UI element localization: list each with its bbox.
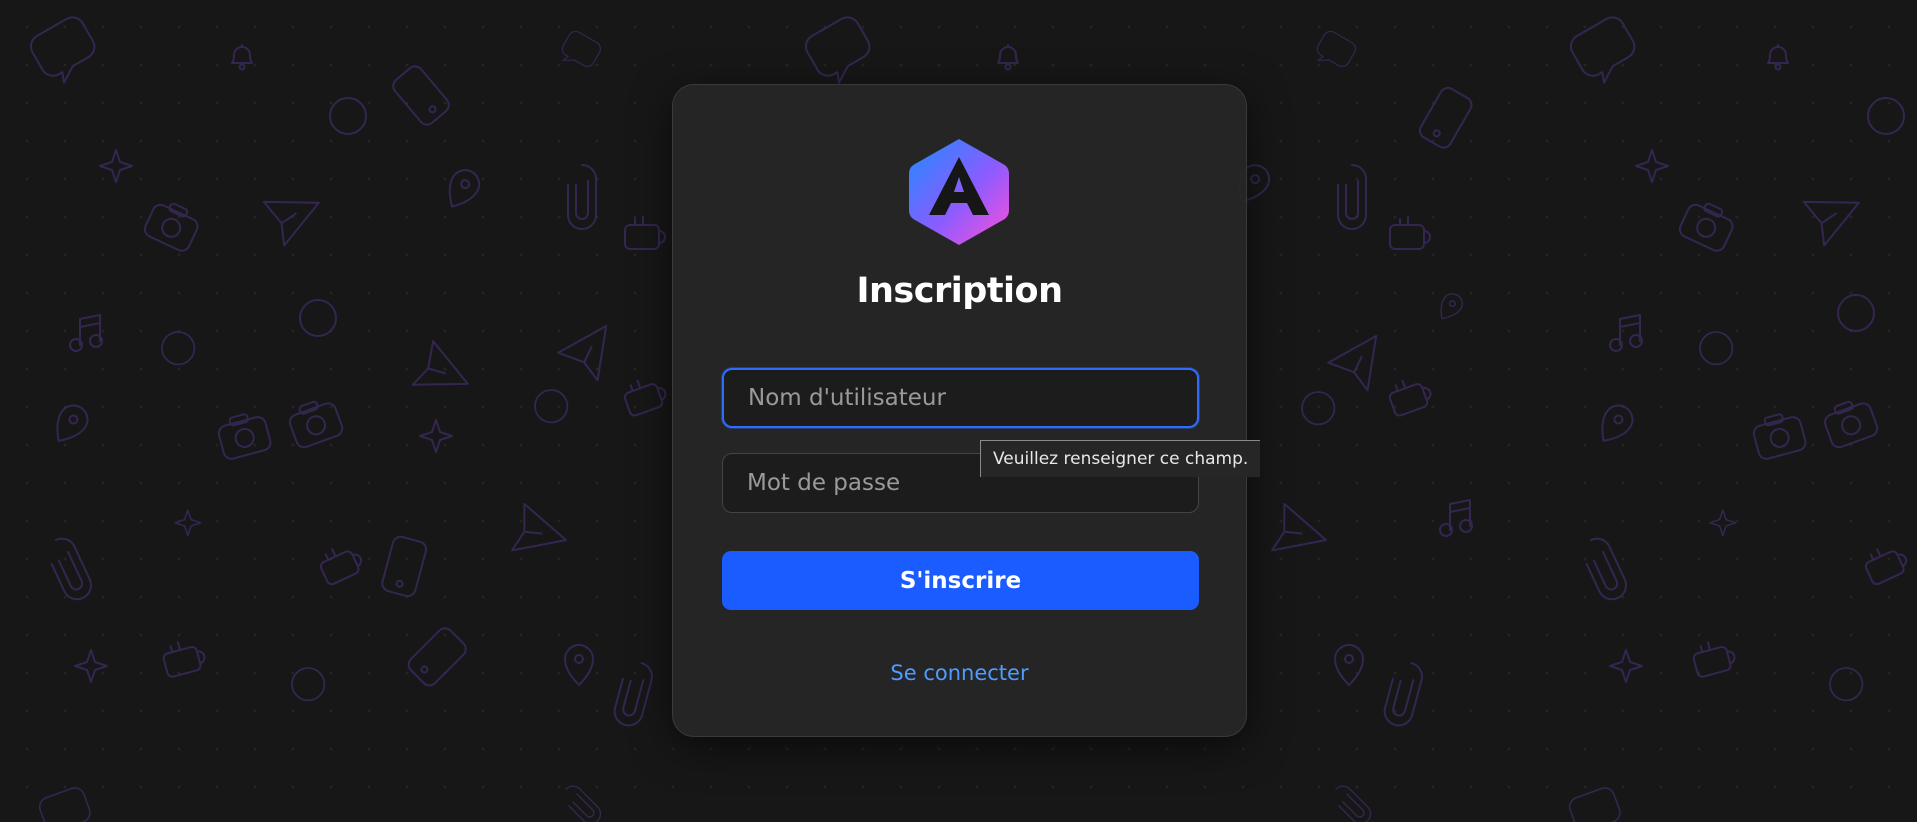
page-title: Inscription <box>856 271 1063 311</box>
signup-button[interactable]: S'inscrire <box>722 551 1199 610</box>
username-input[interactable] <box>722 368 1199 428</box>
validation-tooltip: Veuillez renseigner ce champ. <box>980 440 1261 477</box>
signup-card: Inscription S'inscrire Se connecter <box>672 84 1247 737</box>
app-logo-icon <box>909 139 1009 245</box>
login-link[interactable]: Se connecter <box>673 661 1246 685</box>
